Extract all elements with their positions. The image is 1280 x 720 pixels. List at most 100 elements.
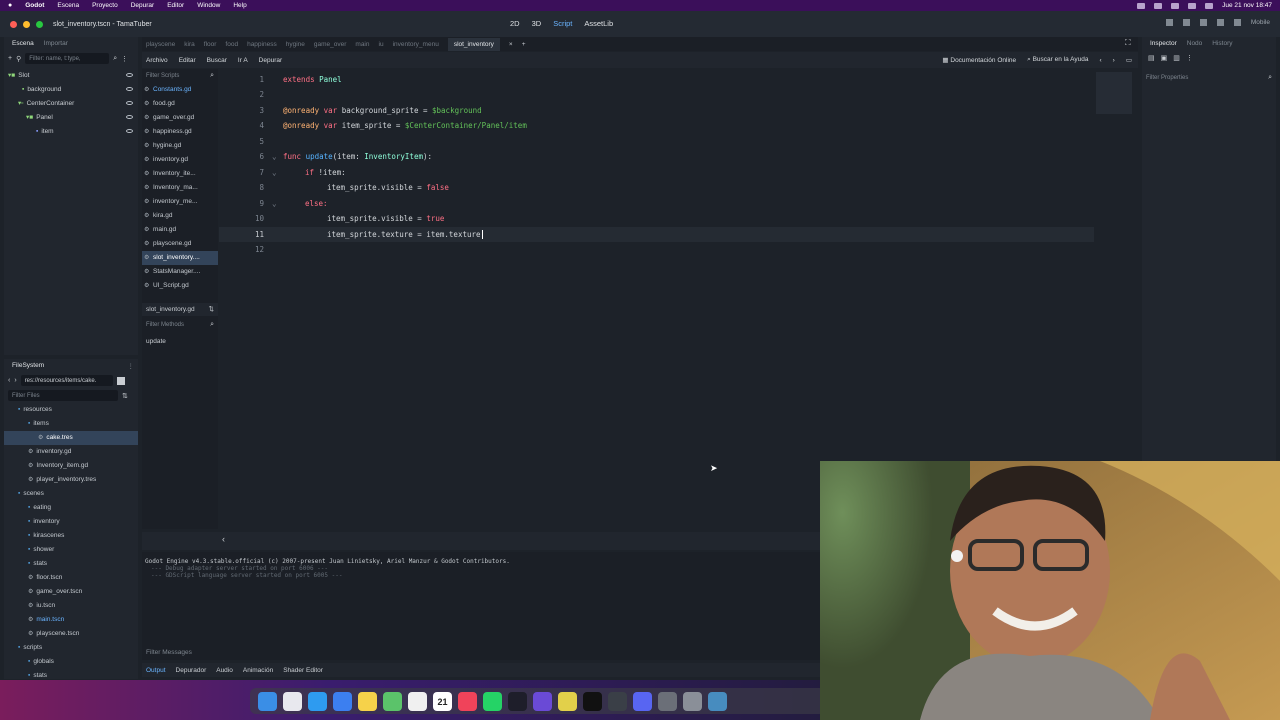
menu-ir-a[interactable]: Ir A xyxy=(238,57,248,64)
tab-filesystem[interactable]: FileSystem xyxy=(12,362,44,369)
scene-tab[interactable]: playscene xyxy=(146,41,175,48)
movie-icon[interactable] xyxy=(1233,19,1241,26)
scene-tab[interactable]: food xyxy=(225,41,238,48)
visibility-eye-icon[interactable] xyxy=(126,73,133,77)
menu-buscar[interactable]: Buscar xyxy=(207,57,227,64)
menu-depurar[interactable]: Depurar xyxy=(131,2,154,9)
split-view-icon[interactable] xyxy=(116,376,125,385)
visibility-eye-icon[interactable] xyxy=(126,101,133,105)
stop-icon[interactable] xyxy=(1199,19,1207,26)
fold-arrow-icon[interactable]: ⌄ xyxy=(272,168,277,177)
folder-item[interactable]: globals xyxy=(4,655,138,669)
minimap[interactable] xyxy=(1096,72,1132,114)
method-item-update[interactable]: update xyxy=(142,332,218,351)
file-item[interactable]: iu.tscn xyxy=(4,599,138,613)
menu-depurar[interactable]: Depurar xyxy=(259,57,282,64)
tab-inspector[interactable]: Inspector xyxy=(1150,40,1177,47)
folder-item[interactable]: stats xyxy=(4,669,138,679)
script-list-item[interactable]: Constants.gd xyxy=(142,83,218,97)
maximize-window-icon[interactable] xyxy=(36,20,43,28)
tab-history[interactable]: History xyxy=(1212,40,1232,47)
folder-item[interactable]: stats xyxy=(4,557,138,571)
tab-shader-editor[interactable]: Shader Editor xyxy=(283,667,323,674)
script-list-item[interactable]: Inventory_ma... xyxy=(142,181,218,195)
forward-icon[interactable]: › xyxy=(14,377,16,384)
scene-tab[interactable]: happiness xyxy=(247,41,277,48)
mode-assetlib[interactable]: AssetLib xyxy=(584,19,613,28)
script-list-item[interactable]: game_over.gd xyxy=(142,111,218,125)
editor-icon[interactable] xyxy=(558,691,577,711)
pause-icon[interactable] xyxy=(1182,19,1190,26)
script-list-item[interactable]: Inventory_ite... xyxy=(142,167,218,181)
folder-item[interactable]: resources xyxy=(4,403,138,417)
properties-filter-input[interactable]: Filter Properties xyxy=(1146,75,1188,81)
help-viewer-icon[interactable] xyxy=(658,691,677,711)
intellij-icon[interactable] xyxy=(508,691,527,711)
mail-icon[interactable] xyxy=(333,691,352,711)
tab-animacion[interactable]: Animación xyxy=(243,667,273,674)
link-icon[interactable]: ⚲ xyxy=(16,55,21,63)
clock[interactable]: Jue 21 nov 18:47 xyxy=(1222,2,1272,9)
tree-node-centercontainer[interactable]: ▾▫ CenterContainer xyxy=(4,96,138,110)
add-node-icon[interactable]: + xyxy=(8,55,12,62)
script-list-item[interactable]: food.gd xyxy=(142,97,218,111)
sort-icon[interactable]: ⇅ xyxy=(122,392,128,400)
renderer-select[interactable]: Mobile xyxy=(1251,19,1270,26)
minimize-window-icon[interactable] xyxy=(23,20,30,28)
tree-node-slot[interactable]: ▾■ Slot xyxy=(4,68,138,82)
new-scene-tab-icon[interactable]: + xyxy=(522,41,526,48)
fold-arrow-icon[interactable]: ⌄ xyxy=(272,199,277,208)
visibility-eye-icon[interactable] xyxy=(126,115,133,119)
menu-escena[interactable]: Escena xyxy=(57,2,79,9)
maps-icon[interactable] xyxy=(383,691,402,711)
final-cut-icon[interactable] xyxy=(533,691,552,711)
save-resource-icon[interactable]: ▥ xyxy=(1173,54,1180,62)
float-window-icon[interactable]: ▭ xyxy=(1126,56,1132,64)
tab-depurador[interactable]: Depurador xyxy=(176,667,207,674)
appletv-icon[interactable] xyxy=(583,691,602,711)
mode-script[interactable]: Script xyxy=(553,19,572,28)
play-icon[interactable] xyxy=(1165,19,1173,26)
code-editor[interactable] xyxy=(219,69,1137,529)
script-list-item[interactable]: inventory.gd xyxy=(142,153,218,167)
sort-icon[interactable]: ⇅ xyxy=(209,303,214,316)
control-center-icon[interactable] xyxy=(1205,2,1214,9)
methods-filter-input[interactable]: Filter Methods xyxy=(146,322,184,328)
menu-help[interactable]: Help xyxy=(233,2,246,9)
scene-tab[interactable]: kira xyxy=(184,41,194,48)
tab-nodo[interactable]: Nodo xyxy=(1187,40,1203,47)
system-settings-icon[interactable] xyxy=(683,691,702,711)
scene-tab[interactable]: slot_inventory xyxy=(447,37,500,51)
script-list-item[interactable]: main.gd xyxy=(142,223,218,237)
launchpad-icon[interactable] xyxy=(283,691,302,711)
wifi-icon[interactable] xyxy=(1171,2,1180,9)
open-resource-icon[interactable]: ▣ xyxy=(1161,54,1168,62)
discord-icon[interactable] xyxy=(633,691,652,711)
remote-debug-icon[interactable] xyxy=(1216,19,1224,26)
tree-node-panel[interactable]: ▾■ Panel xyxy=(4,110,138,124)
obs-icon[interactable] xyxy=(608,691,627,711)
menu-archivo[interactable]: Archivo xyxy=(146,57,168,64)
photos-icon[interactable] xyxy=(408,691,427,711)
collapse-arrow-icon[interactable]: ‹ xyxy=(222,534,225,544)
file-item[interactable]: game_over.tscn xyxy=(4,585,138,599)
script-list-item[interactable]: happiness.gd xyxy=(142,125,218,139)
tab-importar[interactable]: Importar xyxy=(44,40,68,47)
folder-item[interactable]: kirascenes xyxy=(4,529,138,543)
folder-item[interactable]: inventory xyxy=(4,515,138,529)
menu-editor[interactable]: Editor xyxy=(167,2,184,9)
script-list-item[interactable]: hygine.gd xyxy=(142,139,218,153)
menu-icon[interactable]: ⋮ xyxy=(1186,54,1193,62)
search-help-link[interactable]: ⌕ Buscar en la Ayuda xyxy=(1027,56,1088,64)
menu-icon[interactable]: ⋮ xyxy=(128,362,135,370)
calendar-icon[interactable]: 21 xyxy=(433,691,452,711)
scene-tab[interactable]: hygine xyxy=(286,41,305,48)
scene-tab[interactable]: game_over xyxy=(314,41,347,48)
folder-item[interactable]: scripts xyxy=(4,641,138,655)
tab-audio[interactable]: Audio xyxy=(216,667,233,674)
file-item[interactable]: cake.tres xyxy=(4,431,138,445)
battery-icon[interactable] xyxy=(1188,2,1197,9)
folder-item[interactable]: shower xyxy=(4,543,138,557)
tree-node-item[interactable]: ▪ item xyxy=(4,124,138,138)
status-icon[interactable] xyxy=(1154,2,1163,9)
